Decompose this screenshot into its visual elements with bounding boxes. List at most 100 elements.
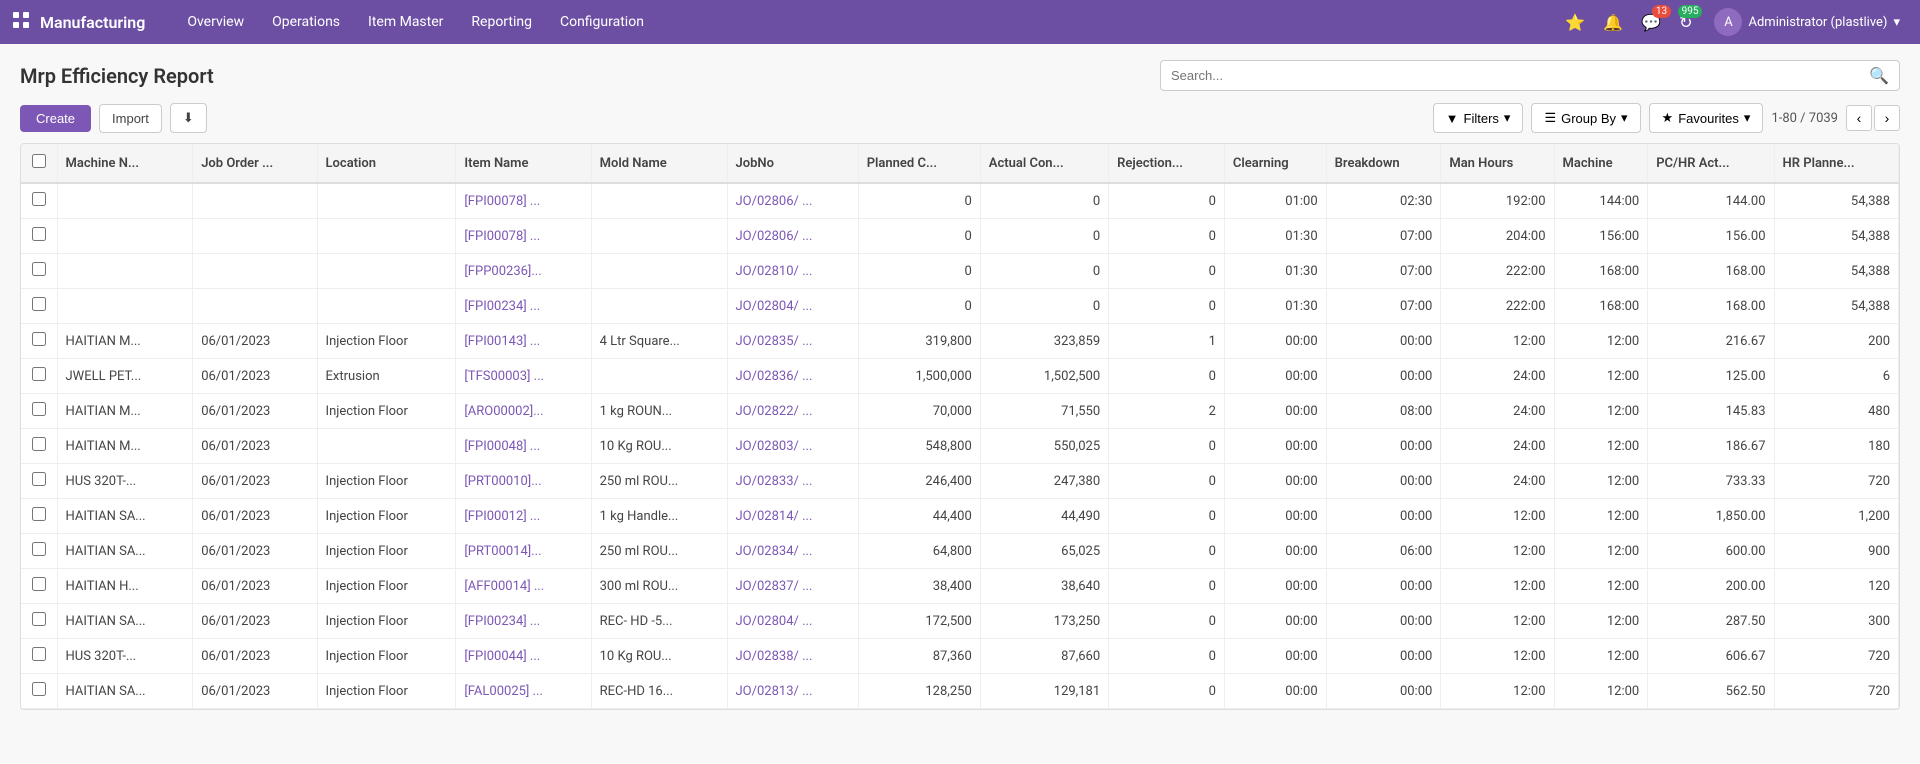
- row-checkbox[interactable]: [32, 367, 46, 381]
- cell-jobno[interactable]: JO/02804/ ...: [727, 289, 858, 324]
- cell-rejection: 0: [1109, 289, 1225, 324]
- row-checkbox[interactable]: [32, 542, 46, 556]
- grid-icon[interactable]: [12, 11, 30, 33]
- cell-planned: 0: [858, 254, 980, 289]
- cell-jobno[interactable]: JO/02838/ ...: [727, 639, 858, 674]
- row-checkbox[interactable]: [32, 192, 46, 206]
- nav-overview[interactable]: Overview: [173, 0, 258, 44]
- star-icon-btn[interactable]: ⭐: [1561, 9, 1589, 36]
- row-checkbox[interactable]: [32, 507, 46, 521]
- refresh-icon-btn[interactable]: ↻ 995: [1675, 9, 1696, 36]
- col-clearning[interactable]: Clearning: [1224, 144, 1326, 183]
- cell-machine-val: 12:00: [1554, 429, 1648, 464]
- groupby-button[interactable]: ☰ Group By ▾: [1531, 103, 1640, 133]
- row-checkbox[interactable]: [32, 472, 46, 486]
- cell-item-name[interactable]: [FPI00012] ...: [456, 499, 591, 534]
- select-all-col[interactable]: [21, 144, 57, 183]
- cell-pc-hr-act: 287.50: [1648, 604, 1774, 639]
- user-dropdown-icon: ▾: [1893, 15, 1900, 30]
- cell-jobno[interactable]: JO/02813/ ...: [727, 674, 858, 709]
- row-checkbox[interactable]: [32, 332, 46, 346]
- row-checkbox[interactable]: [32, 577, 46, 591]
- search-icon[interactable]: 🔍: [1869, 66, 1889, 85]
- prev-page-button[interactable]: ‹: [1846, 105, 1872, 131]
- cell-item-name[interactable]: [PRT00010]...: [456, 464, 591, 499]
- search-input[interactable]: [1171, 68, 1869, 83]
- col-hr-planned[interactable]: HR Planne...: [1774, 144, 1898, 183]
- cell-item-name[interactable]: [ARO00002]...: [456, 394, 591, 429]
- col-job-order[interactable]: Job Order ...: [193, 144, 317, 183]
- cell-man-hours: 222:00: [1441, 254, 1554, 289]
- col-actual[interactable]: Actual Con...: [980, 144, 1108, 183]
- row-checkbox[interactable]: [32, 612, 46, 626]
- cell-jobno[interactable]: JO/02803/ ...: [727, 429, 858, 464]
- import-button[interactable]: Import: [99, 104, 162, 133]
- cell-item-name[interactable]: [PRT00014]...: [456, 534, 591, 569]
- col-planned[interactable]: Planned C...: [858, 144, 980, 183]
- cell-item-name[interactable]: [FAL00025] ...: [456, 674, 591, 709]
- cell-machine: [57, 183, 193, 219]
- row-checkbox[interactable]: [32, 647, 46, 661]
- cell-hr-planned: 54,388: [1774, 183, 1898, 219]
- cell-machine: HUS 320T-...: [57, 639, 193, 674]
- cell-jobno[interactable]: JO/02834/ ...: [727, 534, 858, 569]
- cell-jobno[interactable]: JO/02810/ ...: [727, 254, 858, 289]
- col-rejection[interactable]: Rejection...: [1109, 144, 1225, 183]
- col-item-name[interactable]: Item Name: [456, 144, 591, 183]
- favourites-button[interactable]: ★ Favourites ▾: [1649, 103, 1764, 133]
- cell-mold-name: [591, 183, 727, 219]
- next-page-button[interactable]: ›: [1874, 105, 1900, 131]
- col-man-hours[interactable]: Man Hours: [1441, 144, 1554, 183]
- cell-item-name[interactable]: [FPP00236]...: [456, 254, 591, 289]
- bell-icon-btn[interactable]: 🔔: [1599, 9, 1627, 36]
- cell-jobno[interactable]: JO/02822/ ...: [727, 394, 858, 429]
- cell-mold-name: REC-HD 16...: [591, 674, 727, 709]
- row-checkbox[interactable]: [32, 682, 46, 696]
- col-jobno[interactable]: JobNo: [727, 144, 858, 183]
- cell-item-name[interactable]: [AFF00014] ...: [456, 569, 591, 604]
- cell-item-name[interactable]: [FPI00044] ...: [456, 639, 591, 674]
- chat-icon-btn[interactable]: 💬 13: [1637, 9, 1665, 36]
- cell-jobno[interactable]: JO/02806/ ...: [727, 219, 858, 254]
- nav-operations[interactable]: Operations: [258, 0, 354, 44]
- row-checkbox[interactable]: [32, 402, 46, 416]
- col-location[interactable]: Location: [317, 144, 456, 183]
- col-breakdown[interactable]: Breakdown: [1326, 144, 1441, 183]
- filters-button[interactable]: ▼ Filters ▾: [1433, 103, 1524, 133]
- cell-jobno[interactable]: JO/02814/ ...: [727, 499, 858, 534]
- user-menu[interactable]: A Administrator (plastlive) ▾: [1706, 4, 1908, 40]
- cell-pc-hr-act: 600.00: [1648, 534, 1774, 569]
- cell-jobno[interactable]: JO/02806/ ...: [727, 183, 858, 219]
- cell-jobno[interactable]: JO/02837/ ...: [727, 569, 858, 604]
- table-container: Machine N... Job Order ... Location Item…: [20, 143, 1900, 710]
- download-button[interactable]: ⬇: [170, 103, 207, 133]
- cell-pc-hr-act: 562.50: [1648, 674, 1774, 709]
- col-pc-hr-act[interactable]: PC/HR Act...: [1648, 144, 1774, 183]
- cell-item-name[interactable]: [FPI00143] ...: [456, 324, 591, 359]
- nav-item-master[interactable]: Item Master: [354, 0, 457, 44]
- chat-badge: 13: [1652, 5, 1671, 18]
- row-checkbox[interactable]: [32, 437, 46, 451]
- table-row: HAITIAN M... 06/01/2023 Injection Floor …: [21, 324, 1899, 359]
- cell-item-name[interactable]: [FPI00048] ...: [456, 429, 591, 464]
- nav-configuration[interactable]: Configuration: [546, 0, 658, 44]
- cell-jobno[interactable]: JO/02804/ ...: [727, 604, 858, 639]
- col-machine-val[interactable]: Machine: [1554, 144, 1648, 183]
- cell-item-name[interactable]: [FPI00234] ...: [456, 289, 591, 324]
- cell-item-name[interactable]: [TFS00003] ...: [456, 359, 591, 394]
- row-checkbox[interactable]: [32, 262, 46, 276]
- cell-item-name[interactable]: [FPI00234] ...: [456, 604, 591, 639]
- row-checkbox[interactable]: [32, 227, 46, 241]
- create-button[interactable]: Create: [20, 105, 91, 132]
- cell-item-name[interactable]: [FPI00078] ...: [456, 183, 591, 219]
- cell-jobno[interactable]: JO/02836/ ...: [727, 359, 858, 394]
- row-checkbox[interactable]: [32, 297, 46, 311]
- nav-reporting[interactable]: Reporting: [457, 0, 546, 44]
- cell-jobno[interactable]: JO/02835/ ...: [727, 324, 858, 359]
- select-all-checkbox[interactable]: [32, 154, 46, 168]
- col-mold-name[interactable]: Mold Name: [591, 144, 727, 183]
- cell-jobno[interactable]: JO/02833/ ...: [727, 464, 858, 499]
- page-title: Mrp Efficiency Report: [20, 64, 214, 88]
- col-machine[interactable]: Machine N...: [57, 144, 193, 183]
- cell-item-name[interactable]: [FPI00078] ...: [456, 219, 591, 254]
